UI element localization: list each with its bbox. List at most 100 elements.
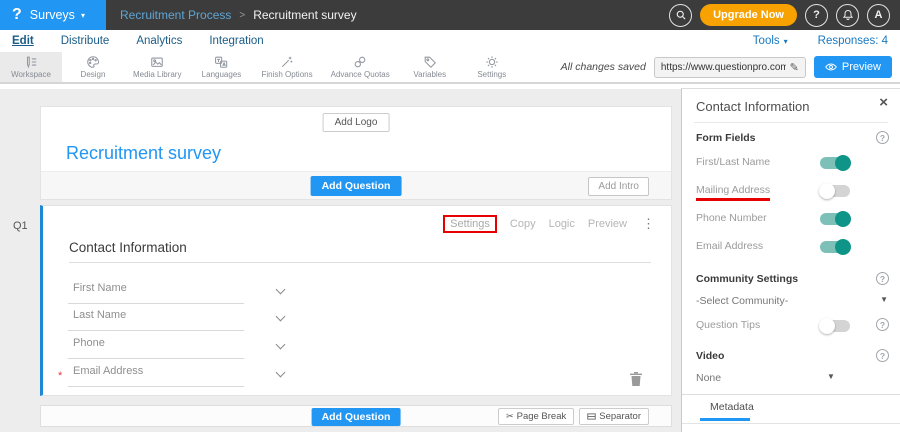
toggle-label-phone-number: Phone Number <box>696 212 767 224</box>
toggle-phone-number[interactable] <box>820 213 850 225</box>
add-question-button-top[interactable]: Add Question <box>311 176 402 196</box>
field-phone[interactable]: Phone <box>68 337 244 359</box>
breadcrumb-folder[interactable]: Recruitment Process <box>120 8 231 22</box>
questionpro-logo-icon: ? <box>12 6 22 24</box>
question-logic-action[interactable]: Logic <box>549 218 575 230</box>
image-icon <box>150 55 164 69</box>
video-help-icon[interactable]: ? <box>876 349 889 362</box>
form-fields-heading: Form Fields <box>696 132 756 144</box>
bell-icon <box>842 9 854 21</box>
save-status-text: All changes saved <box>561 61 646 73</box>
video-select[interactable]: None <box>696 372 721 384</box>
tools-menu[interactable]: Tools ▾ <box>753 35 788 47</box>
help-button[interactable]: ? <box>805 4 828 27</box>
toggle-first-last-name[interactable] <box>820 157 850 169</box>
form-fields-help-icon[interactable]: ? <box>876 131 889 144</box>
toggle-knob <box>819 183 835 199</box>
question-action-row: Settings Copy Logic Preview ⋮ <box>443 215 655 233</box>
toolbar-workspace[interactable]: Workspace <box>0 52 62 82</box>
breadcrumb-survey-name[interactable]: Recruitment survey <box>253 8 356 22</box>
questionpro-survey-editor: ? Surveys ▾ Recruitment Process > Recrui… <box>0 0 900 432</box>
toolbar-right: All changes saved ✎ Preview <box>561 52 892 82</box>
question-tips-label: Question Tips <box>696 319 760 331</box>
delete-question-icon[interactable] <box>629 371 643 387</box>
add-question-button-bottom[interactable]: Add Question <box>312 408 401 426</box>
toolbar-variables[interactable]: Variables <box>399 52 461 82</box>
toolbar-advance-quotas[interactable]: Advance Quotas <box>322 52 399 82</box>
scissors-icon: ✂ <box>506 411 514 422</box>
tab-edit[interactable]: Edit <box>12 35 34 47</box>
chevron-down-icon[interactable] <box>276 368 286 378</box>
upgrade-now-button[interactable]: Upgrade Now <box>700 4 797 26</box>
chevron-down-icon: ▼ <box>880 295 888 304</box>
add-intro-button[interactable]: Add Intro <box>588 177 649 196</box>
question-preview-action[interactable]: Preview <box>588 218 627 230</box>
toggle-email-address[interactable] <box>820 241 850 253</box>
close-icon[interactable]: × <box>879 94 888 111</box>
metadata-tabstrip-top <box>682 394 900 395</box>
video-heading: Video <box>696 350 724 362</box>
notifications-button[interactable] <box>836 4 859 27</box>
community-settings-help-icon[interactable]: ? <box>876 272 889 285</box>
magic-wand-icon <box>280 55 294 69</box>
tab-analytics[interactable]: Analytics <box>136 35 182 47</box>
more-options-icon[interactable]: ⋮ <box>642 216 655 232</box>
toolbar-finish-options[interactable]: Finish Options <box>252 52 321 82</box>
field-first-name[interactable]: First Name <box>68 282 244 304</box>
edit-url-icon[interactable]: ✎ <box>790 61 799 74</box>
toggle-knob <box>835 239 851 255</box>
survey-header-footer: Add Question Add Intro <box>41 171 671 199</box>
field-last-name[interactable]: Last Name <box>68 309 244 331</box>
search-button[interactable] <box>669 4 692 27</box>
toggle-label-first-last-name: First/Last Name <box>696 156 770 168</box>
separator-button[interactable]: Separator <box>579 408 649 425</box>
product-name: Surveys <box>30 8 75 22</box>
chevron-down-icon[interactable] <box>276 312 286 322</box>
metadata-tabstrip-bottom <box>682 423 900 424</box>
account-avatar[interactable]: A <box>867 4 890 27</box>
navbar-right: Tools ▾ Responses: 4 <box>753 35 888 47</box>
field-email-address[interactable]: * Email Address <box>68 365 244 387</box>
topbar-actions: Upgrade Now ? A <box>669 4 900 27</box>
survey-url-input[interactable] <box>661 62 786 73</box>
question-copy-action[interactable]: Copy <box>510 218 536 230</box>
chevron-down-icon: ▼ <box>827 372 835 381</box>
metadata-active-indicator <box>700 418 750 421</box>
chain-links-icon <box>353 55 367 69</box>
preview-button[interactable]: Preview <box>814 56 892 78</box>
toolbar-languages[interactable]: Languages <box>190 52 252 82</box>
responses-link[interactable]: Responses: 4 <box>818 35 888 47</box>
community-select[interactable]: -Select Community- <box>696 295 788 307</box>
tab-distribute[interactable]: Distribute <box>61 35 110 47</box>
question-title[interactable]: Contact Information <box>69 240 187 255</box>
page-controls: ✂ Page Break Separator <box>498 408 649 425</box>
chevron-down-icon[interactable] <box>276 340 286 350</box>
survey-header-card: Add Logo Recruitment survey Add Question… <box>40 106 672 200</box>
toggle-mailing-address[interactable] <box>820 185 850 197</box>
translate-icon <box>214 55 228 69</box>
page-break-button[interactable]: ✂ Page Break <box>498 408 574 425</box>
separator-icon <box>587 412 596 421</box>
tab-integration[interactable]: Integration <box>209 35 263 47</box>
toggle-question-tips[interactable] <box>820 320 850 332</box>
toolbar-design[interactable]: Design <box>62 52 124 82</box>
palette-icon <box>86 55 100 69</box>
toolbar-settings[interactable]: Settings <box>461 52 523 82</box>
survey-title[interactable]: Recruitment survey <box>66 143 221 164</box>
toolbar-media-library[interactable]: Media Library <box>124 52 190 82</box>
search-icon <box>675 9 687 21</box>
chevron-down-icon[interactable] <box>276 285 286 295</box>
survey-url-box: ✎ <box>654 57 806 78</box>
add-logo-button[interactable]: Add Logo <box>323 113 390 132</box>
tools-label: Tools <box>753 35 780 47</box>
question-settings-action[interactable]: Settings <box>443 215 497 233</box>
product-switcher[interactable]: ? Surveys ▾ <box>0 0 106 30</box>
question-title-divider <box>69 262 651 263</box>
question-card: Settings Copy Logic Preview ⋮ Contact In… <box>40 205 672 396</box>
panel-title: Contact Information <box>696 99 809 114</box>
chevron-down-icon: ▾ <box>81 11 85 20</box>
question-number-label: Q1 <box>13 220 28 232</box>
question-tips-help-icon[interactable]: ? <box>876 318 889 331</box>
tab-metadata[interactable]: Metadata <box>710 401 754 413</box>
red-annotation-underline <box>696 198 770 201</box>
